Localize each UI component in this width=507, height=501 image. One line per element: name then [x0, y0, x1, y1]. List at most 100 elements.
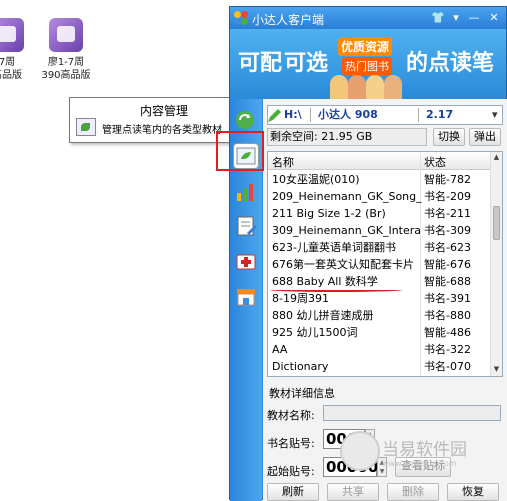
list-item[interactable]: 676第一套英文认知配套卡片 智能-676: [268, 256, 492, 273]
textbook-name: 309_Heinemann_GK_Intera...: [272, 224, 422, 237]
list-item[interactable]: 623-儿童英语单词翻翻书 书名-623: [268, 239, 492, 256]
tooltip-description: 管理点读笔内的各类型教材: [102, 125, 222, 136]
list-item[interactable]: 8-19周391 书名-391: [268, 290, 492, 307]
kids-illustration: [330, 71, 406, 99]
first-aid-kit-icon[interactable]: [233, 247, 259, 273]
desktop-icon-2[interactable]: 廖1-7周 390高品版: [40, 18, 92, 82]
device-name: 小达人 908: [318, 108, 378, 121]
textbook-status: 智能-486: [424, 326, 471, 339]
skin-icon[interactable]: 👕: [430, 10, 446, 25]
tooltip-title: 内容管理: [140, 104, 189, 118]
textbook-details: 教材详细信息 教材名称: 书名贴号: 000 ▲ ▼ 起始贴号: 00000 ▲ ▼…: [267, 385, 503, 485]
start-stepper[interactable]: ▲ ▼: [377, 457, 387, 477]
share-button[interactable]: 共享: [327, 483, 379, 501]
scroll-thumb[interactable]: [493, 206, 500, 240]
list-item[interactable]: 211 Big Size 1-2 (Br) 书名-211: [268, 205, 492, 222]
eject-button[interactable]: 弹出: [469, 128, 501, 146]
course-app-icon: [0, 18, 24, 52]
textbook-name: Dictionary: [272, 360, 329, 373]
start-label: 起始贴号:: [267, 465, 315, 478]
refresh-leaf-icon[interactable]: [233, 107, 259, 133]
annotation-underline: [270, 288, 402, 292]
desktop-icon-1-line2: 高品版: [0, 70, 22, 81]
banner-text-3: 的点读笔: [406, 51, 495, 76]
book-sticker-input[interactable]: 000: [323, 429, 365, 449]
column-status[interactable]: 状态: [424, 154, 446, 170]
book-label: 书名贴号:: [267, 437, 315, 450]
list-item[interactable]: 10女巫温妮(010) 智能-782: [268, 171, 492, 188]
textbook-status: 书名-211: [424, 207, 471, 220]
textbook-name: 880 幼儿拼音速成册: [272, 309, 374, 322]
client-window: 小达人客户端 👕 ▾ — ✕ 可配 可选 优质资源 热门图书 的点读笔 H:\ …: [229, 6, 507, 501]
list-item[interactable]: 209_Heinemann_GK_Song_... 书名-209: [268, 188, 492, 205]
name-label: 教材名称:: [267, 409, 315, 422]
drive-label: H:\: [284, 108, 302, 121]
list-scrollbar[interactable]: ▲ ▼: [490, 152, 502, 376]
list-item[interactable]: 309_Heinemann_GK_Intera... 书名-309: [268, 222, 492, 239]
promo-banner[interactable]: 可配 可选 优质资源 热门图书 的点读笔: [230, 29, 506, 99]
banner-tag-top: 优质资源: [338, 37, 393, 56]
restore-button[interactable]: 恢复: [447, 483, 499, 501]
firmware-version: 2.17: [426, 108, 454, 121]
textbook-status: 书名-070: [424, 360, 471, 373]
list-item[interactable]: AA 书名-322: [268, 341, 492, 358]
notebook-edit-icon[interactable]: [233, 213, 259, 239]
textbook-name: 676第一套英文认知配套卡片: [272, 258, 414, 271]
delete-button[interactable]: 删除: [387, 483, 439, 501]
list-item[interactable]: 925 幼儿1500词 智能-486: [268, 324, 492, 341]
book-stepper[interactable]: ▲ ▼: [365, 429, 375, 449]
course-app-icon: [49, 18, 83, 52]
refresh-button[interactable]: 刷新: [267, 483, 319, 501]
content-management-tooltip: 内容管理 管理点读笔内的各类型教材: [69, 97, 234, 143]
textbook-status: 书名-322: [424, 343, 471, 356]
chevron-down-icon[interactable]: ▾: [492, 106, 498, 124]
switch-button[interactable]: 切换: [433, 128, 465, 146]
scroll-up-icon[interactable]: ▲: [491, 152, 502, 163]
list-item[interactable]: Dictionary 书名-070: [268, 358, 492, 375]
store-icon[interactable]: [233, 283, 259, 309]
textbook-name: 623-儿童英语单词翻翻书: [272, 241, 396, 254]
list-item[interactable]: 880 幼儿拼音速成册 书名-880: [268, 307, 492, 324]
banner-text-2: 可选: [284, 51, 329, 76]
textbook-name: AA: [272, 343, 288, 356]
textbook-status: 智能-688: [424, 275, 471, 288]
statistics-chart-icon[interactable]: [233, 179, 259, 205]
textbook-name: 209_Heinemann_GK_Song_...: [272, 190, 422, 203]
view-sticker-button[interactable]: 查看贴标: [395, 457, 451, 477]
details-legend: 教材详细信息: [269, 387, 335, 400]
content-manage-icon: [76, 118, 96, 136]
content-panel: H:\ 小达人 908 2.17 ▾ 剩余空间: 21.95 GB 切换 弹出 …: [263, 99, 507, 501]
pencil-icon: [268, 109, 281, 122]
textbook-name: 925 幼儿1500词: [272, 326, 358, 339]
device-selector[interactable]: H:\ 小达人 908 2.17 ▾: [267, 105, 503, 125]
annotation-highlight-box: [216, 131, 264, 171]
menu-chevron-icon[interactable]: ▾: [448, 10, 464, 25]
separator: [418, 108, 419, 122]
desktop-icon-1[interactable]: 7周 高品版: [0, 18, 28, 82]
textbook-status: 书名-209: [424, 190, 471, 203]
textbook-status: 书名-880: [424, 309, 471, 322]
desktop-icon-2-line2: 390高品版: [41, 70, 91, 81]
textbook-status: 书名-309: [424, 224, 471, 237]
textbook-name-field: [323, 405, 501, 421]
banner-text-1: 可配: [238, 51, 283, 76]
textbook-status: 书名-623: [424, 241, 471, 254]
textbook-status: 书名-391: [424, 292, 471, 305]
textbook-status: 智能-782: [424, 173, 471, 186]
textbook-status: 智能-676: [424, 258, 471, 271]
scroll-down-icon[interactable]: ▼: [491, 364, 502, 375]
textbook-list[interactable]: 名称 状态 10女巫温妮(010) 智能-782 209_Heinemann_GK_…: [267, 151, 503, 377]
textbook-name: 211 Big Size 1-2 (Br): [272, 207, 386, 220]
close-button[interactable]: ✕: [486, 10, 502, 25]
free-space: 剩余空间: 21.95 GB: [267, 128, 427, 146]
list-header: 名称 状态: [268, 152, 492, 170]
start-sticker-input[interactable]: 00000: [323, 457, 378, 477]
column-name[interactable]: 名称: [272, 154, 294, 170]
minimize-button[interactable]: —: [466, 10, 482, 25]
desktop-icon-1-line1: 7周: [0, 57, 16, 68]
bottom-toolbar: 刷新 共享 删除 恢复: [263, 483, 507, 501]
desktop-icon-2-line1: 廖1-7周: [47, 57, 85, 68]
textbook-name: 10女巫温妮(010): [272, 173, 360, 186]
window-title: 小达人客户端: [252, 13, 325, 27]
title-bar[interactable]: 小达人客户端 👕 ▾ — ✕: [230, 7, 506, 29]
